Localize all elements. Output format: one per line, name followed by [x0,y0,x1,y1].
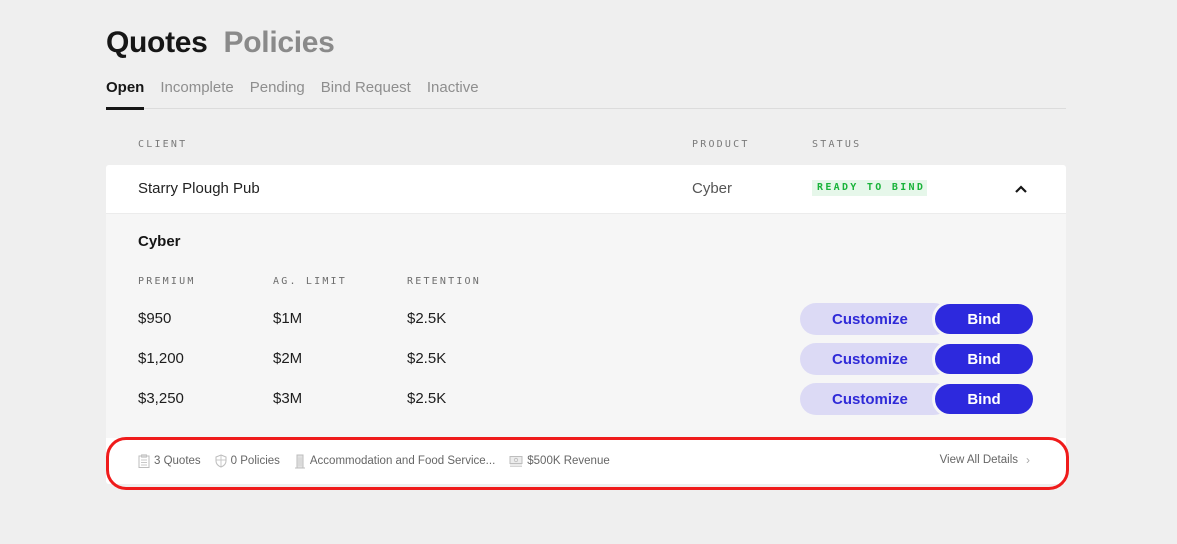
quotes-count-label: 3 Quotes [154,455,201,467]
industry-label: Accommodation and Food Service... [309,455,496,467]
tab-bind-request[interactable]: Bind Request [321,78,411,109]
quote-option: $950 $1M $2.5K Customize Bind [106,301,1066,337]
policies-count: 0 Policies [215,454,280,468]
tab-inactive[interactable]: Inactive [427,78,479,109]
section-quotes[interactable]: Quotes [106,26,208,60]
product-title: Cyber [138,233,181,250]
customize-button[interactable]: Customize [800,343,950,375]
status-tabs: Open Incomplete Pending Bind Request Ina… [106,78,1066,110]
client-summary-footer: 3 Quotes 0 Policies Accommodation and Fo… [106,438,1066,484]
retention-value: $2.5K [407,310,447,327]
premium-value: $1,200 [138,350,184,367]
tab-incomplete[interactable]: Incomplete [160,78,233,109]
limit-value: $3M [273,390,303,407]
customize-button[interactable]: Customize [800,303,950,335]
column-header-client: CLIENT [138,139,188,150]
revenue: $500K Revenue [509,455,610,467]
chevron-up-icon[interactable] [1011,181,1031,197]
quote-actions: Customize Bind [800,381,1036,417]
chevron-right-icon: › [1026,453,1030,467]
table-row[interactable]: Starry Plough Pub Cyber READY TO BIND [106,165,1066,213]
status-badge: READY TO BIND [812,180,928,196]
quote-details-panel: Cyber PREMIUM AG. LIMIT RETENTION $950 $… [106,213,1066,438]
section-switcher: Quotes Policies [106,26,335,60]
view-all-details-label: View All Details [939,454,1018,466]
revenue-label: $500K Revenue [527,455,610,467]
retention-value: $2.5K [407,350,447,367]
premium-value: $3,250 [138,390,184,407]
column-header-status: STATUS [812,139,862,150]
limit-value: $2M [273,350,303,367]
section-policies[interactable]: Policies [224,26,335,60]
premium-value: $950 [138,310,172,327]
quotes-count: 3 Quotes [138,454,201,468]
quote-actions: Customize Bind [800,301,1036,337]
retention-value: $2.5K [407,390,447,407]
industry: Accommodation and Food Service... [294,454,495,469]
quote-option: $3,250 $3M $2.5K Customize Bind [106,381,1066,417]
tab-open[interactable]: Open [106,78,145,110]
bind-button[interactable]: Bind [932,341,1036,377]
quote-option: $1,200 $2M $2.5K Customize Bind [106,341,1066,377]
column-header-product: PRODUCT [692,139,750,150]
customize-button[interactable]: Customize [800,383,950,415]
quote-actions: Customize Bind [800,341,1036,377]
bind-button[interactable]: Bind [932,301,1036,337]
product-name: Cyber [692,180,733,197]
limit-value: $1M [273,310,303,327]
building-icon [294,454,305,468]
bind-button[interactable]: Bind [932,381,1036,417]
column-header-ag-limit: AG. LIMIT [273,276,347,287]
clipboard-icon [138,454,150,468]
policies-count-label: 0 Policies [230,455,280,467]
column-header-retention: RETENTION [407,276,481,287]
client-name: Starry Plough Pub [138,180,260,197]
view-all-details-link[interactable]: View All Details › [940,453,1030,467]
cash-icon [509,456,523,467]
shield-icon [215,454,227,468]
tab-pending[interactable]: Pending [250,78,305,109]
column-header-premium: PREMIUM [138,276,196,287]
